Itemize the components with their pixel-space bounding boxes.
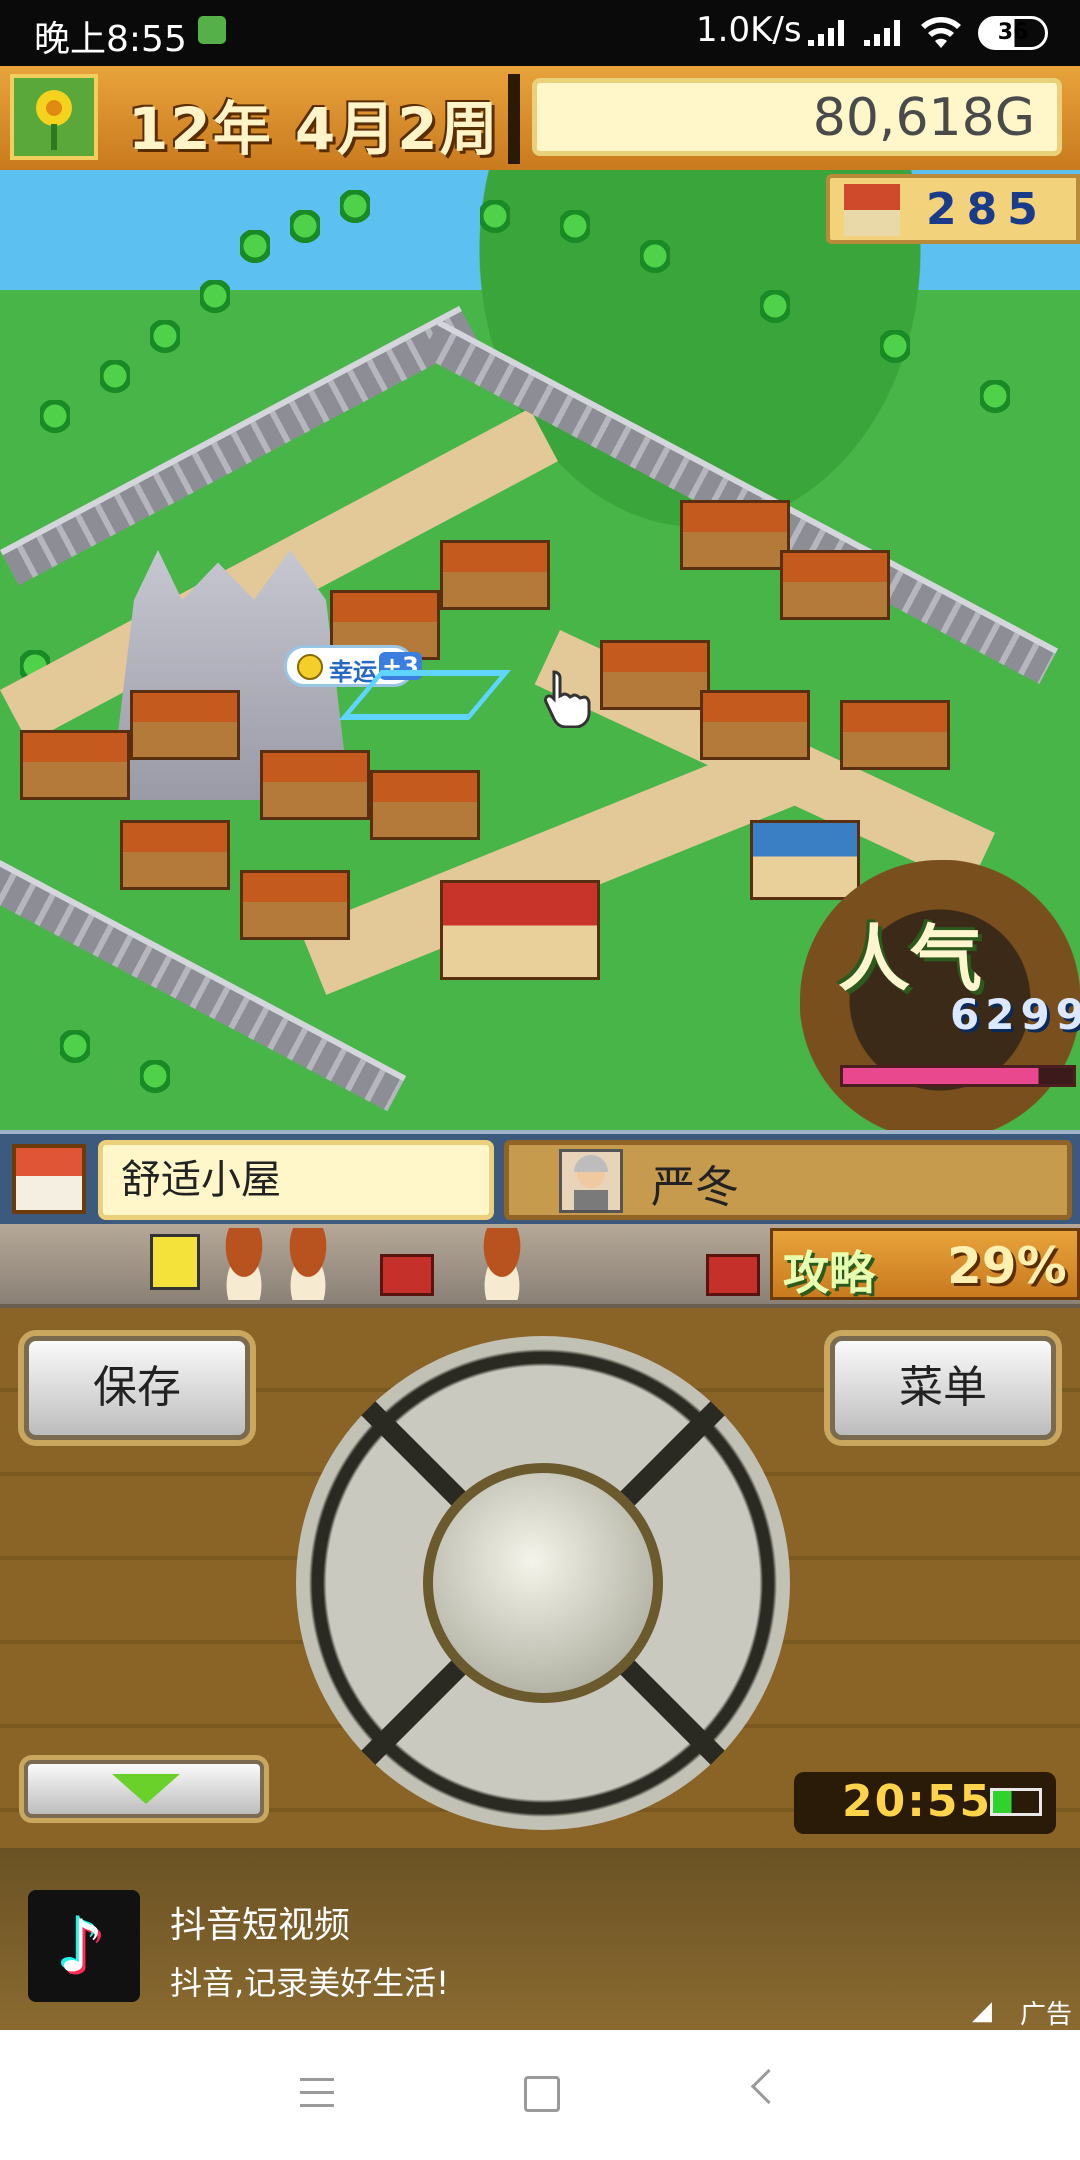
mushroom-character-icon — [470, 1228, 534, 1300]
smile-icon — [297, 654, 323, 680]
house[interactable] — [840, 700, 950, 770]
inn-building[interactable] — [440, 880, 600, 980]
divider — [508, 74, 520, 164]
network-speed: 1.0K/s — [696, 10, 802, 50]
recent-apps-icon[interactable] — [300, 2078, 334, 2108]
ad-title[interactable]: 抖音短视频 — [170, 1896, 350, 1948]
info-bar: 舒适小屋 严冬 — [0, 1130, 1080, 1228]
tree — [240, 230, 270, 270]
tiktok-icon[interactable]: ♪ — [28, 1890, 140, 2002]
facility-house-icon[interactable] — [12, 1144, 86, 1214]
tree — [200, 280, 230, 320]
tree — [560, 210, 590, 250]
popularity-meter: 人气 6299 — [800, 860, 1080, 1130]
hand-pointer-icon — [544, 670, 591, 728]
adventurer-portrait — [559, 1149, 623, 1213]
ad-banner[interactable]: ♪ 抖音短视频 抖音,记录美好生活! ◢ 广告 — [0, 1848, 1080, 2030]
signal-icon — [808, 20, 844, 46]
signal-icon — [864, 20, 900, 46]
game-clock: 20:55 — [794, 1772, 1056, 1834]
house-icon — [844, 184, 900, 236]
guide-label: 攻略 — [783, 1246, 875, 1300]
tree — [60, 1030, 90, 1070]
tree — [480, 200, 510, 240]
ad-tag: 广告 — [1020, 2000, 1073, 2030]
tree — [760, 290, 790, 330]
character-strip: 攻略 29% — [0, 1224, 1080, 1308]
house[interactable] — [20, 730, 130, 800]
resident-count: 285 — [926, 184, 1048, 235]
castle-wall — [0, 305, 478, 586]
tree — [290, 210, 320, 250]
controller-panel: 保存 菜单 20:55 — [0, 1308, 1080, 1848]
adventurer-panel[interactable]: 严冬 — [504, 1140, 1072, 1220]
house[interactable] — [240, 870, 350, 940]
house[interactable] — [370, 770, 480, 840]
tree — [880, 330, 910, 370]
battery-icon — [990, 1788, 1042, 1816]
system-nav-bar — [0, 2030, 1080, 2160]
ad-subtitle: 抖音,记录美好生活! — [170, 1964, 450, 2002]
house[interactable] — [120, 820, 230, 890]
tree — [150, 320, 180, 360]
guide-percent: 29% — [947, 1237, 1067, 1295]
popularity-bar — [840, 1065, 1076, 1087]
mushroom-character-icon — [212, 1228, 276, 1300]
tree — [640, 240, 670, 280]
house[interactable] — [680, 500, 790, 570]
collapse-button[interactable] — [24, 1760, 264, 1818]
shop-building[interactable] — [750, 820, 860, 900]
guide-progress[interactable]: 攻略 29% — [770, 1228, 1080, 1300]
home-icon[interactable] — [524, 2076, 560, 2112]
popularity-value: 6299 — [950, 990, 1080, 1039]
battery-icon: 36 — [978, 16, 1048, 50]
mushroom-character-icon — [276, 1228, 340, 1300]
adventurer-name: 严冬 — [651, 1162, 739, 1213]
house[interactable] — [600, 640, 710, 710]
facility-name[interactable]: 舒适小屋 — [98, 1140, 494, 1220]
directional-pad[interactable] — [296, 1336, 790, 1830]
house[interactable] — [260, 750, 370, 820]
house[interactable] — [130, 690, 240, 760]
tree — [980, 380, 1010, 420]
house[interactable] — [700, 690, 810, 760]
game-date: 12年 4月2周 — [128, 95, 500, 163]
tree — [40, 400, 70, 440]
tree — [140, 1060, 170, 1100]
flower-icon[interactable] — [10, 74, 98, 160]
tree — [100, 360, 130, 400]
status-time: 晚上8:55 — [34, 19, 187, 60]
robot-character-icon — [150, 1234, 200, 1290]
money-display: 80,618G — [532, 78, 1062, 156]
tree — [340, 190, 370, 230]
save-button[interactable]: 保存 — [24, 1336, 250, 1440]
wifi-icon — [921, 17, 961, 48]
ad-mark-icon: ◢ — [972, 1996, 992, 2026]
resident-counter: 285 — [826, 174, 1080, 244]
back-icon[interactable] — [750, 2068, 787, 2105]
treasure-chest-icon — [380, 1254, 434, 1296]
clock-time: 20:55 — [842, 1776, 993, 1827]
house[interactable] — [440, 540, 550, 610]
menu-button[interactable]: 菜单 — [830, 1336, 1056, 1440]
house[interactable] — [780, 550, 890, 620]
game-top-bar: 12年 4月2周 80,618G — [0, 66, 1080, 176]
status-bar: 晚上8:55 1.0K/s 36 — [0, 0, 1080, 66]
dpad-center-button[interactable] — [423, 1463, 663, 1703]
town-map[interactable]: 幸运 +3 285 人气 6299 — [0, 170, 1080, 1130]
down-arrow-icon — [112, 1774, 180, 1804]
treasure-chest-icon — [706, 1254, 760, 1296]
app-notification-icon — [198, 16, 226, 44]
